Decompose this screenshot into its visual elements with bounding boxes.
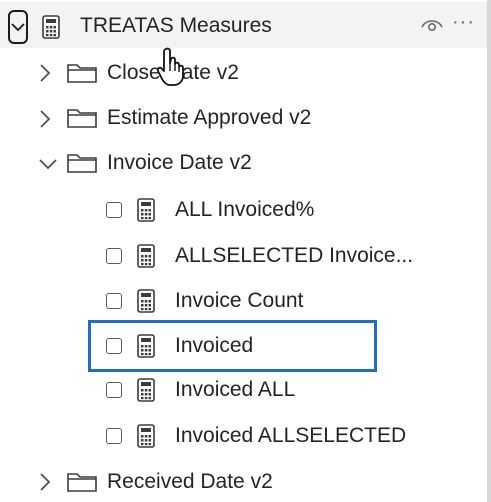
folder-invoice-date-v2[interactable]: Invoice Date v2 (0, 142, 487, 188)
calculator-icon (137, 244, 155, 273)
table-header-treatas-measures[interactable]: TREATAS Measures ··· (0, 2, 487, 48)
calculator-icon (137, 334, 155, 363)
measure-label: Invoice Count (175, 289, 304, 312)
measure-label: Invoiced ALL (175, 378, 296, 401)
measure-invoiced-allselected[interactable]: Invoiced ALLSELECTED (0, 414, 487, 460)
field-checkbox[interactable] (106, 338, 122, 354)
folder-icon (67, 472, 97, 497)
field-checkbox[interactable] (106, 382, 122, 398)
table-name: TREATAS Measures (80, 14, 272, 37)
pane-border (487, 0, 491, 502)
measure-allselected-invoice[interactable]: ALLSELECTED Invoice... (0, 234, 487, 280)
folder-icon (67, 108, 97, 133)
chevron-right-icon[interactable] (39, 64, 51, 87)
measure-label: ALL Invoiced% (175, 198, 315, 221)
chevron-down-icon[interactable] (39, 157, 57, 175)
calculator-icon (137, 289, 155, 318)
folder-icon (67, 63, 97, 88)
fields-pane: TREATAS Measures ··· Close Date v2 Estim… (0, 0, 491, 502)
chevron-down-icon[interactable] (8, 10, 28, 44)
measure-label: Invoiced ALLSELECTED (175, 424, 407, 447)
calculator-icon (42, 15, 60, 44)
more-options-icon[interactable]: ··· (452, 11, 475, 34)
folder-close-date-v2[interactable]: Close Date v2 (0, 50, 487, 96)
chevron-right-icon[interactable] (39, 110, 51, 133)
field-checkbox[interactable] (106, 202, 122, 218)
folder-label: Invoice Date v2 (107, 151, 252, 174)
eye-icon[interactable] (421, 17, 443, 38)
chevron-right-icon[interactable] (39, 473, 51, 496)
measure-label: Invoiced (175, 334, 254, 357)
field-checkbox[interactable] (106, 428, 122, 444)
measure-invoiced[interactable]: Invoiced (0, 324, 487, 370)
folder-label: Estimate Approved v2 (107, 106, 312, 129)
measure-invoiced-all[interactable]: Invoiced ALL (0, 368, 487, 414)
hand-cursor-icon (156, 47, 187, 92)
folder-label: Received Date v2 (107, 470, 273, 493)
measure-label: ALLSELECTED Invoice... (175, 244, 414, 267)
calculator-icon (137, 378, 155, 407)
field-checkbox[interactable] (106, 248, 122, 264)
measure-all-invoiced-pct[interactable]: ALL Invoiced% (0, 188, 487, 234)
folder-received-date-v2[interactable]: Received Date v2 (0, 460, 487, 502)
measure-invoice-count[interactable]: Invoice Count (0, 280, 487, 326)
calculator-icon (137, 198, 155, 227)
folder-estimate-approved-v2[interactable]: Estimate Approved v2 (0, 96, 487, 142)
calculator-icon (137, 424, 155, 453)
folder-icon (67, 153, 97, 178)
field-checkbox[interactable] (106, 293, 122, 309)
